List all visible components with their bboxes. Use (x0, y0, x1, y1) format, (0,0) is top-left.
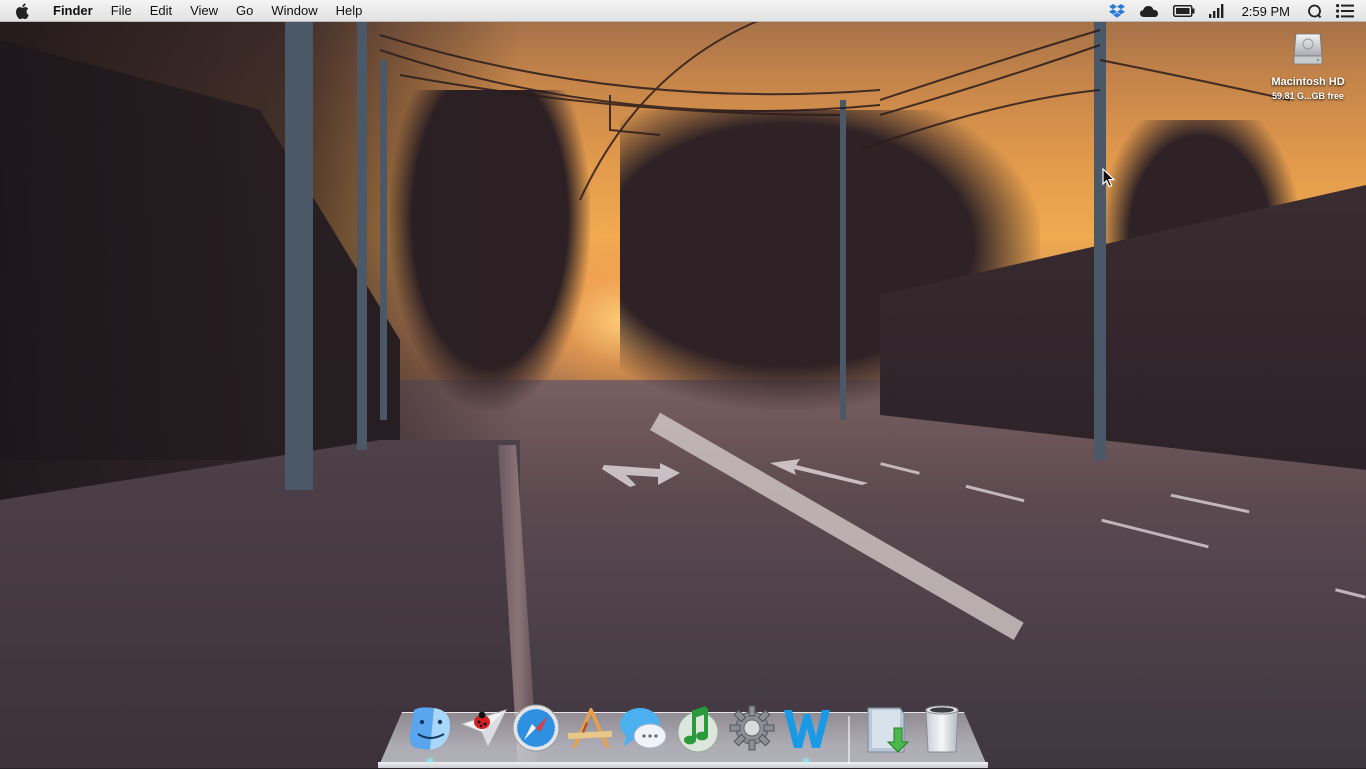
messages-icon (620, 708, 667, 749)
mouse-pointer-icon (1102, 168, 1116, 188)
hard-drive-icon (1293, 33, 1323, 65)
macintosh-hd-desktop-icon[interactable]: Macintosh HD 59.81 G...GB free (1262, 28, 1354, 101)
apple-icon (16, 2, 29, 19)
running-indicator (427, 759, 433, 762)
wallpaper-road-arrows (602, 459, 868, 487)
textedit-icon (567, 708, 613, 748)
desktop-wallpaper (0, 0, 1366, 768)
dock-item-finder[interactable] (402, 700, 458, 762)
finder-icon (409, 707, 450, 750)
dock-item-textedit[interactable] (562, 700, 618, 756)
menu-bar: Finder File Edit View Go Window Help 2:5… (0, 0, 1366, 22)
dock-item-downloads[interactable] (858, 700, 914, 756)
dock-item-itunes[interactable] (670, 700, 726, 756)
apple-menu[interactable] (0, 2, 44, 19)
menu-extras: 2:59 PM (1102, 0, 1366, 22)
dock-shelf-edge (378, 762, 988, 768)
dock-item-word[interactable] (778, 700, 834, 762)
battery-status[interactable] (1166, 0, 1202, 22)
dock-item-trash[interactable] (914, 700, 970, 756)
dock-item-safari[interactable] (508, 700, 564, 756)
menu-window[interactable]: Window (262, 0, 326, 22)
spotlight-button[interactable] (1300, 0, 1329, 22)
dock-item-sparrow[interactable] (456, 700, 512, 756)
menu-clock[interactable]: 2:59 PM (1232, 0, 1300, 22)
menu-edit[interactable]: Edit (141, 0, 181, 22)
spotlight-icon (1308, 4, 1322, 18)
sparrow-icon (460, 709, 507, 748)
menu-file[interactable]: File (102, 0, 141, 22)
system-preferences-icon (729, 705, 775, 751)
notification-center-icon (1336, 4, 1354, 18)
wallpaper-wires (379, 19, 1291, 201)
signal-status[interactable] (1202, 0, 1232, 22)
icloud-status[interactable] (1132, 0, 1166, 22)
dropbox-status[interactable] (1102, 0, 1132, 22)
notification-center-button[interactable] (1329, 0, 1366, 22)
drive-name-label: Macintosh HD (1271, 76, 1345, 88)
safari-icon (512, 704, 560, 752)
downloads-stack-icon (867, 707, 910, 753)
drive-info-label: 59.81 G...GB free (1271, 91, 1345, 101)
dropbox-icon (1108, 4, 1125, 18)
itunes-icon (677, 706, 719, 753)
running-indicator (803, 759, 809, 762)
trash-icon (925, 705, 959, 753)
dock-separator (848, 716, 850, 764)
menu-app-finder[interactable]: Finder (44, 0, 102, 22)
menu-go[interactable]: Go (227, 0, 262, 22)
signal-icon (1208, 4, 1223, 18)
menu-help[interactable]: Help (327, 0, 372, 22)
icloud-icon (1139, 6, 1158, 17)
menu-view[interactable]: View (181, 0, 227, 22)
dock-item-system-preferences[interactable] (724, 700, 780, 756)
dock-item-messages[interactable] (616, 700, 672, 756)
word-icon (784, 710, 830, 748)
battery-icon (1172, 5, 1195, 17)
